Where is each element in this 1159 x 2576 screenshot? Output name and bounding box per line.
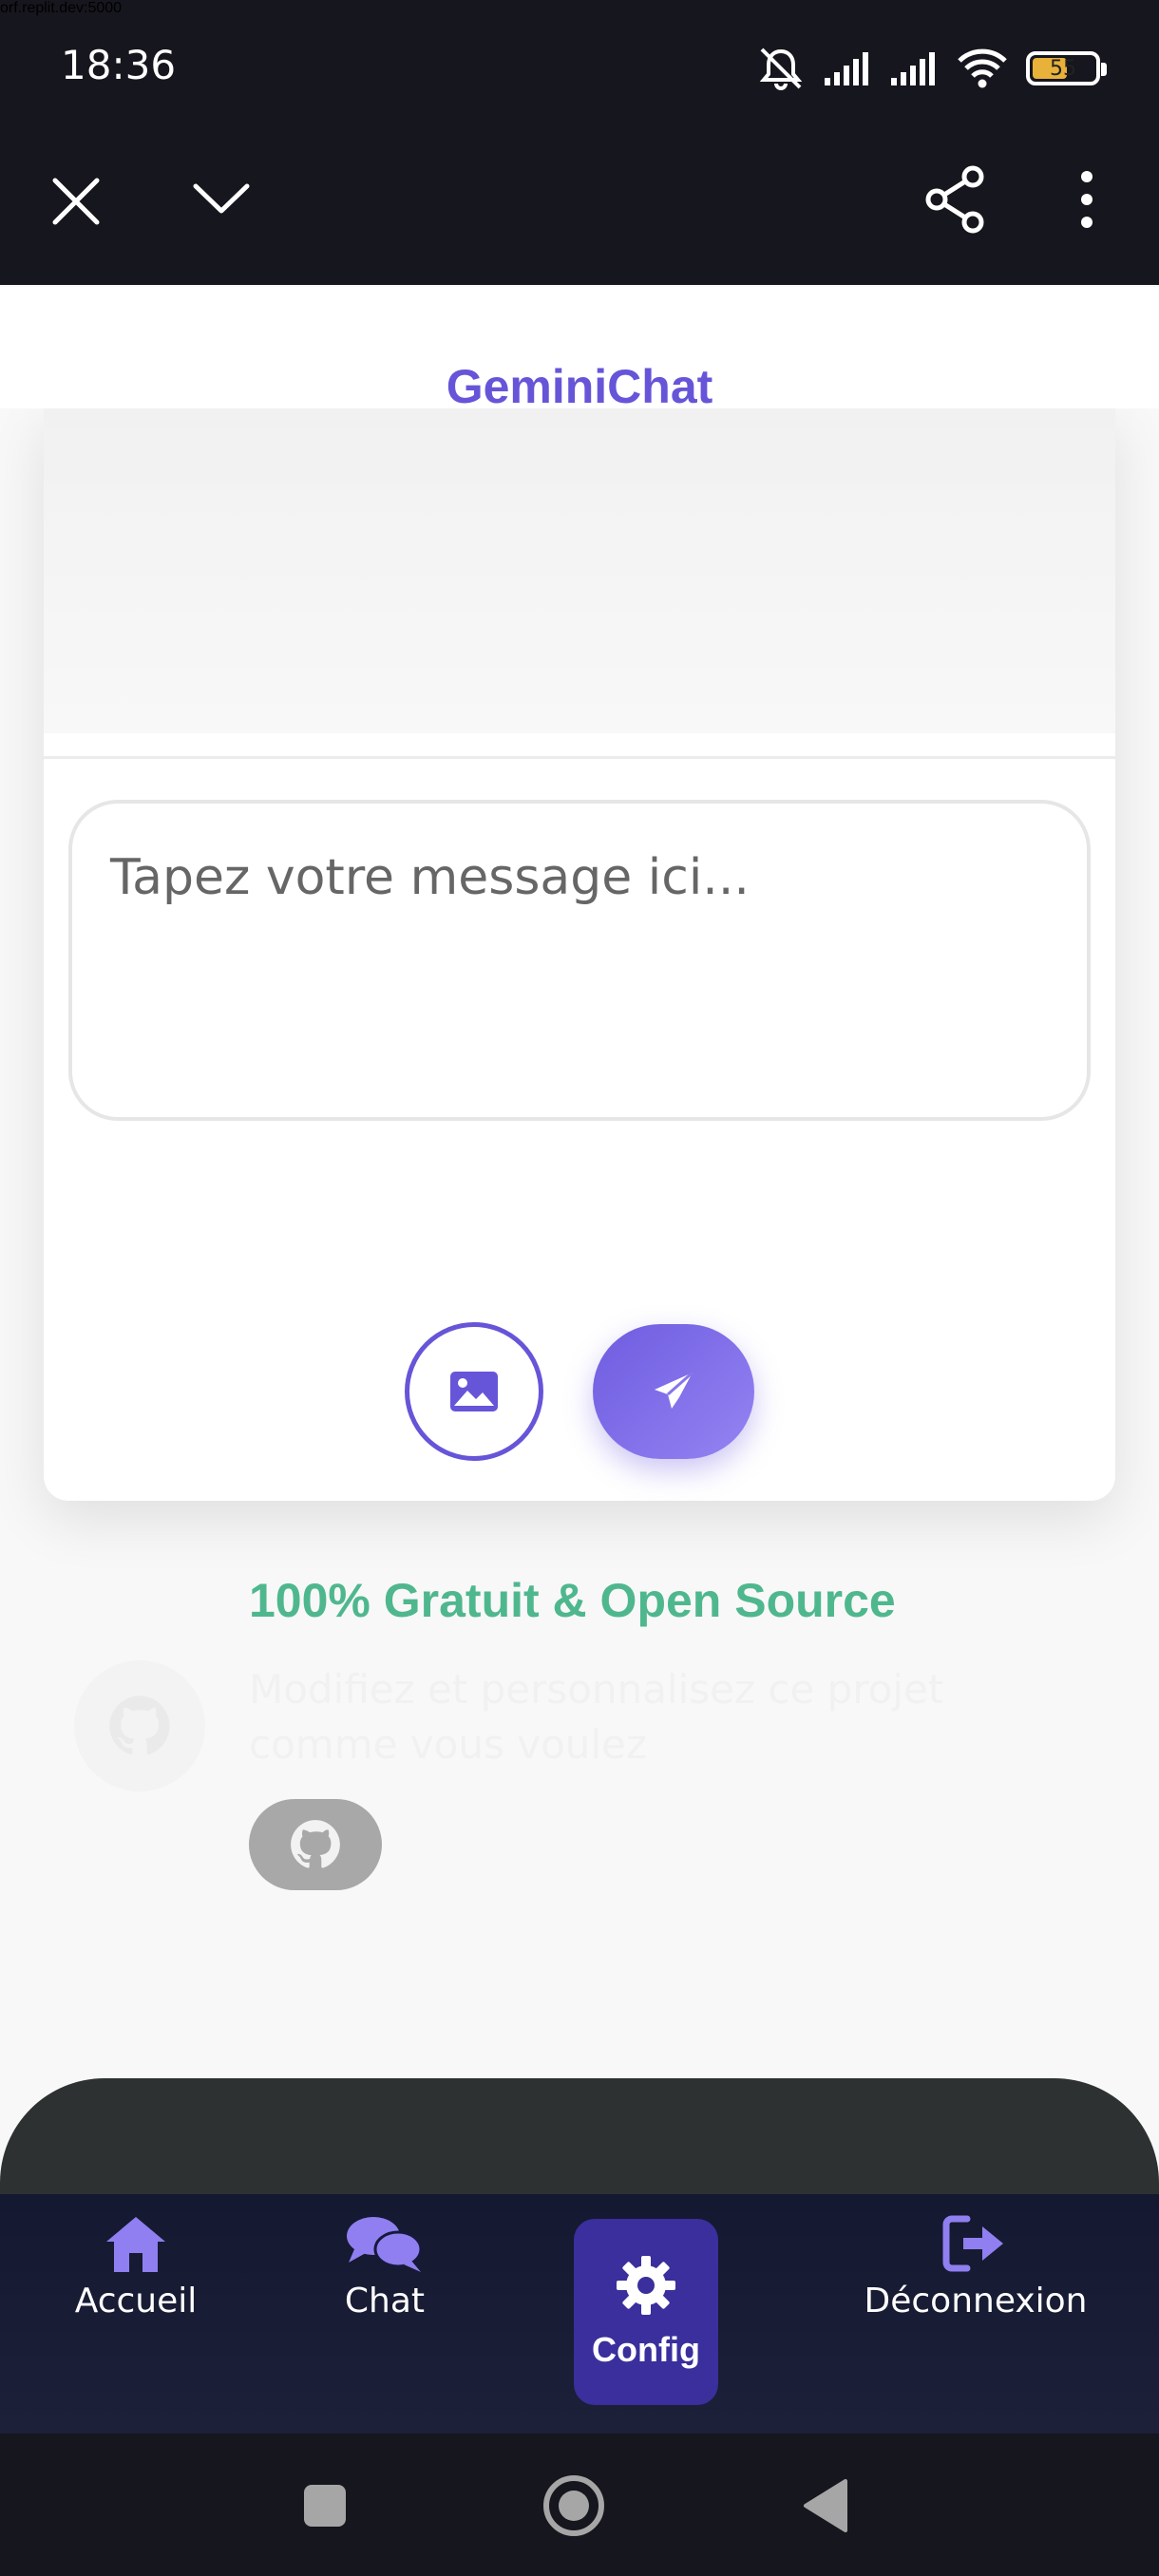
upload-image-button[interactable] — [405, 1322, 543, 1461]
battery-icon: 55 — [1026, 51, 1107, 85]
github-badge — [74, 1660, 205, 1791]
home-circle-icon[interactable] — [542, 2473, 606, 2538]
divider — [44, 756, 1115, 759]
wifi-icon — [958, 48, 1007, 88]
logout-icon — [942, 2215, 1003, 2272]
url-text[interactable]: orf.replit.dev:5000 — [0, 0, 122, 17]
nav-logout-label: Déconnexion — [864, 2282, 1088, 2320]
nav-chat[interactable]: Chat — [332, 2213, 437, 2320]
chat-bubbles-icon — [347, 2217, 423, 2272]
messages-area — [44, 408, 1115, 733]
nav-home[interactable]: Accueil — [74, 2213, 198, 2320]
status-bar: 18:36 55 — [0, 0, 1159, 133]
footer-curve — [0, 2078, 1159, 2211]
paper-plane-icon — [655, 1371, 694, 1409]
message-input[interactable] — [68, 800, 1091, 1121]
promo-text: Modifiez et personnalisez ce projet comm… — [249, 1666, 944, 1768]
github-icon — [109, 1695, 170, 1755]
status-icons: 55 — [756, 46, 1107, 91]
mute-icon — [759, 47, 803, 90]
github-icon — [291, 1820, 340, 1868]
share-icon[interactable] — [923, 165, 986, 234]
battery-level: 55 — [1050, 56, 1076, 81]
send-button[interactable] — [593, 1324, 754, 1459]
url-fade — [323, 161, 361, 228]
back-icon[interactable] — [800, 2477, 849, 2534]
signal-icon — [825, 52, 868, 85]
image-icon — [450, 1372, 498, 1411]
chevron-down-icon[interactable] — [192, 179, 251, 217]
app-title: GeminiChat — [446, 360, 713, 413]
home-icon — [106, 2217, 165, 2272]
more-options-icon[interactable] — [1074, 169, 1100, 230]
github-button[interactable] — [249, 1799, 382, 1890]
recent-apps-icon[interactable] — [302, 2483, 348, 2529]
nav-config-label: Config — [592, 2330, 700, 2369]
promo-title: 100% Gratuit & Open Source — [249, 1574, 896, 1627]
nav-chat-label: Chat — [344, 2282, 426, 2320]
nav-home-label: Accueil — [74, 2282, 198, 2320]
nav-config[interactable]: Config — [574, 2219, 718, 2405]
status-time: 18:36 — [61, 42, 177, 88]
gear-icon — [617, 2256, 675, 2315]
signal-icon-2 — [891, 52, 935, 85]
close-icon[interactable] — [49, 175, 103, 228]
nav-logout[interactable]: Déconnexion — [864, 2213, 1088, 2320]
